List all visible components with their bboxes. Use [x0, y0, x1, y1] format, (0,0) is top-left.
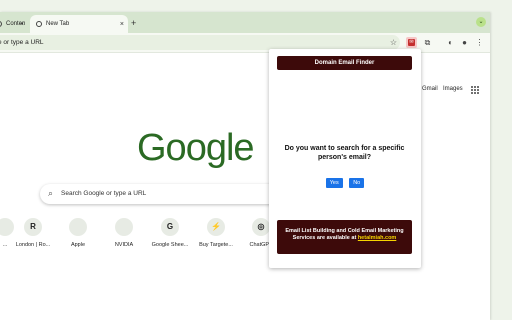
- answer-buttons: Yes No: [269, 171, 421, 189]
- google-apps-icon[interactable]: [471, 86, 479, 94]
- bookmark-star-icon[interactable]: ☆: [390, 35, 397, 50]
- gmail-link[interactable]: Gmail: [422, 86, 438, 92]
- tab-content[interactable]: Conten ×: [0, 15, 26, 33]
- images-link[interactable]: Images: [443, 86, 463, 92]
- shortcut-icon: ◎: [252, 218, 270, 236]
- shortcut-icon: G: [161, 218, 179, 236]
- popup-question: Do you want to search for a specific per…: [284, 145, 405, 161]
- omnibox[interactable]: e or type a URL ☆: [0, 35, 400, 50]
- close-tab-icon[interactable]: ×: [120, 21, 124, 28]
- profile-sync-icon[interactable]: ◐: [445, 37, 456, 48]
- apple-logo-icon: [69, 218, 87, 236]
- tab-strip: Conten × New Tab × + ⌄: [0, 12, 490, 33]
- yes-button[interactable]: Yes: [325, 178, 343, 188]
- popup-title: Domain Email Finder: [277, 56, 412, 70]
- footer-link[interactable]: hetalmiah.com: [358, 235, 397, 241]
- new-tab-button[interactable]: +: [131, 18, 136, 28]
- domain-email-finder-extension-icon[interactable]: ✉: [406, 37, 417, 48]
- tab-search-button[interactable]: ⌄: [476, 17, 486, 27]
- shortcut-icon: R: [24, 218, 42, 236]
- search-placeholder: Search Google or type a URL: [61, 190, 147, 197]
- popup-footer: Email List Building and Cold Email Marke…: [277, 220, 412, 254]
- tab-label: New Tab: [46, 21, 70, 27]
- page-favicon-icon: [0, 21, 2, 27]
- no-button[interactable]: No: [349, 178, 365, 188]
- shortcut-icon: ⚡: [207, 218, 225, 236]
- close-tab-icon[interactable]: ×: [20, 21, 24, 28]
- nvidia-logo-icon: [115, 218, 133, 236]
- profile-avatar-icon[interactable]: ●: [459, 37, 470, 48]
- chrome-favicon-icon: [36, 21, 42, 27]
- google-logo: Google: [137, 127, 255, 169]
- menu-kebab-icon[interactable]: ⋮: [474, 37, 485, 48]
- browser-window: Conten × New Tab × + ⌄ e or type a URL ☆…: [0, 12, 490, 320]
- extensions-puzzle-icon[interactable]: ⧉: [422, 37, 433, 48]
- tab-new-tab[interactable]: New Tab ×: [30, 15, 128, 33]
- extension-popup: Domain Email Finder Do you want to searc…: [269, 49, 421, 268]
- omnibox-text: e or type a URL: [0, 39, 44, 46]
- search-icon: ⌕: [48, 188, 54, 198]
